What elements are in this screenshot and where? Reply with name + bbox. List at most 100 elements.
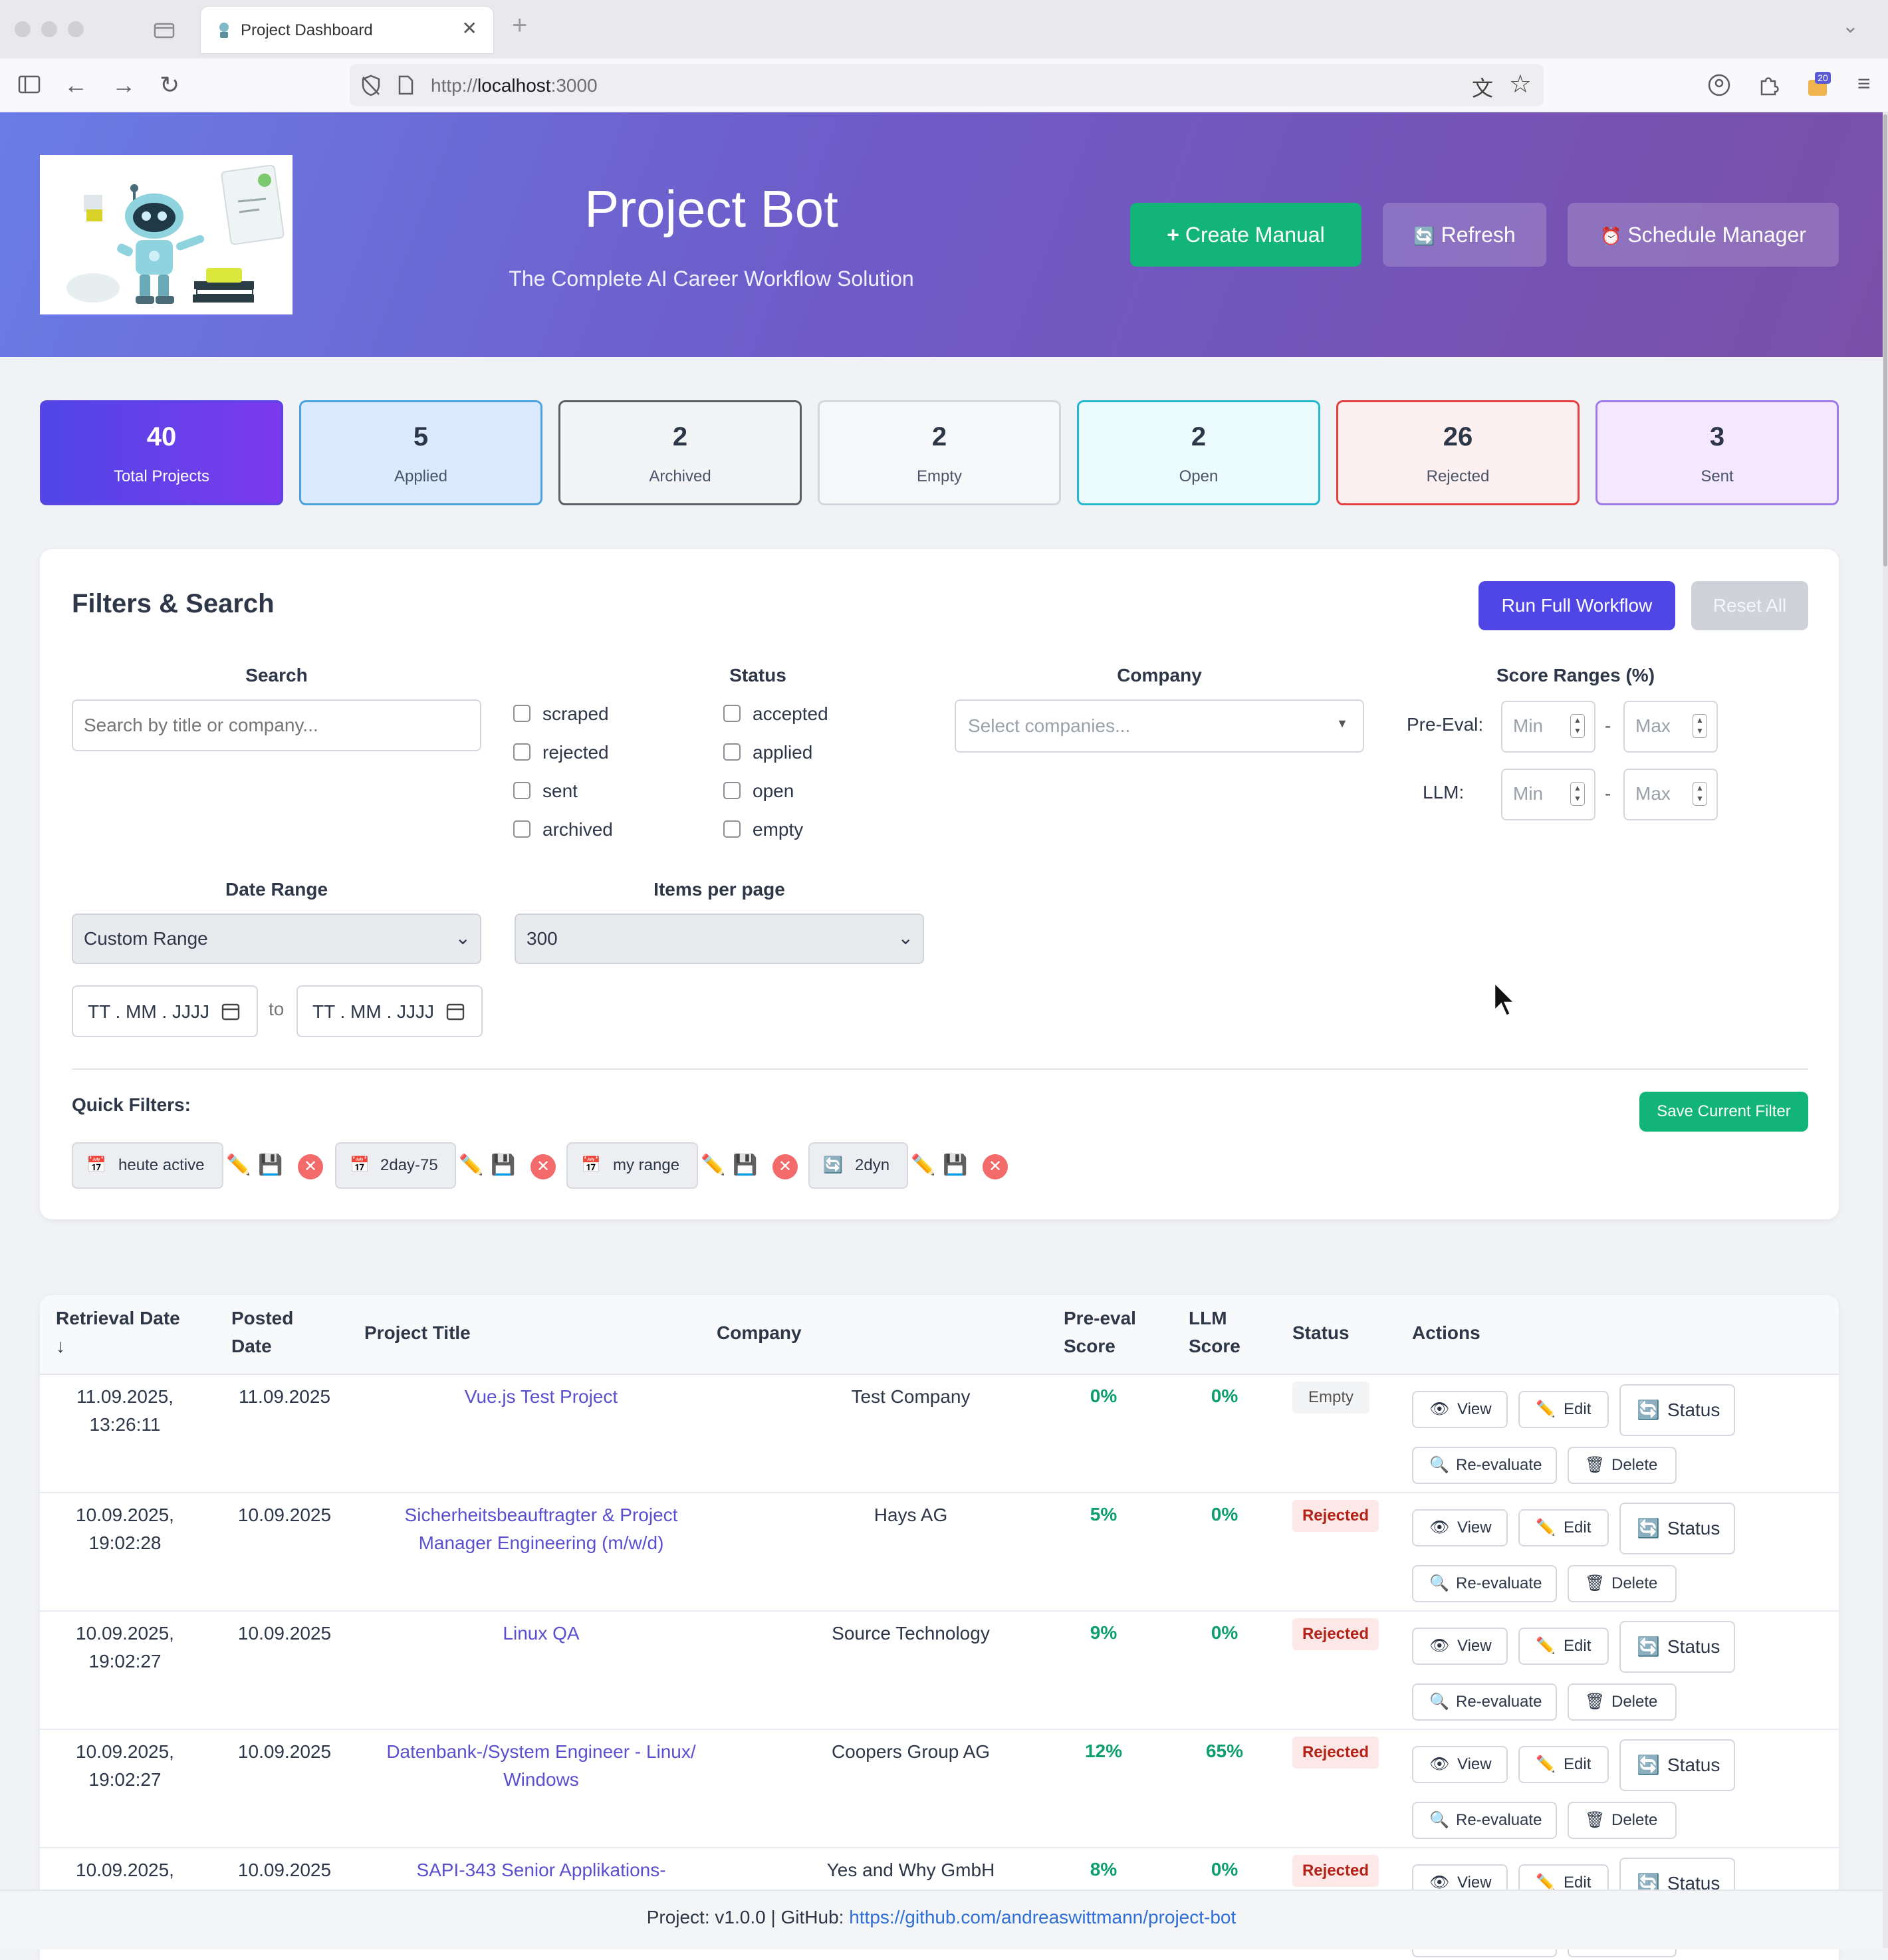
date-range-select[interactable]: Custom Range ⌄ xyxy=(72,914,481,964)
reset-all-button[interactable]: Reset All xyxy=(1691,581,1808,630)
window-zoom-dot[interactable] xyxy=(68,21,84,37)
stat-card-sent[interactable]: 3 Sent xyxy=(1595,400,1839,505)
page-scrollbar-thumb[interactable] xyxy=(1883,114,1887,566)
refresh-button[interactable]: 🔄 Refresh xyxy=(1383,203,1546,267)
quick-filter-my-range[interactable]: 📅 my range xyxy=(566,1142,698,1189)
re-evaluate-button[interactable]: 🔍 Re-evaluate xyxy=(1412,1565,1557,1602)
url-bar[interactable]: http://localhost:3000 文 ☆ xyxy=(350,64,1544,106)
new-tab-icon[interactable]: + xyxy=(512,11,527,41)
edit-button[interactable]: ✏️ Edit xyxy=(1518,1509,1609,1546)
extension-icon[interactable]: 20 xyxy=(1807,72,1831,97)
stat-card-open[interactable]: 2 Open xyxy=(1077,400,1320,505)
quick-filter-heute-active[interactable]: 📅 heute active xyxy=(72,1142,223,1189)
quick-filter-2day-75[interactable]: 📅 2day-75 xyxy=(335,1142,456,1189)
view-button[interactable]: 👁 View xyxy=(1412,1391,1508,1428)
page-info-icon[interactable] xyxy=(396,74,415,96)
edit-button[interactable]: ✏️ Edit xyxy=(1518,1628,1609,1665)
pencil-edit-icon[interactable]: ✏️ xyxy=(701,1154,725,1177)
pencil-edit-icon[interactable]: ✏️ xyxy=(226,1154,251,1177)
calendar-icon[interactable] xyxy=(221,1001,241,1021)
status-button[interactable]: 🔄 Status xyxy=(1619,1503,1735,1554)
delete-button[interactable]: 🗑 Delete xyxy=(1568,1447,1677,1484)
pre-eval-min-input[interactable]: Min ▲ ▼ xyxy=(1501,701,1595,753)
tracking-protection-icon[interactable] xyxy=(359,73,383,97)
pre-eval-max-input[interactable]: Max ▲ ▼ xyxy=(1623,701,1718,753)
status-checkbox-accepted[interactable] xyxy=(723,705,741,722)
floppy-save-icon[interactable]: 💾 xyxy=(491,1154,515,1177)
account-icon[interactable] xyxy=(1706,72,1732,98)
stat-card-rejected[interactable]: 26 Rejected xyxy=(1336,400,1580,505)
project-title-link[interactable]: SAPI-343 Senior Applikations- xyxy=(351,1856,731,1884)
spinner-icon[interactable]: ▲ ▼ xyxy=(1570,714,1585,738)
view-button[interactable]: 👁 View xyxy=(1412,1628,1508,1665)
date-from-input[interactable]: TT . MM . JJJJ xyxy=(72,985,258,1037)
spinner-icon[interactable]: ▲ ▼ xyxy=(1693,782,1707,806)
extensions-puzzle-icon[interactable] xyxy=(1756,72,1782,98)
status-checkbox-rejected[interactable] xyxy=(513,743,531,761)
status-button[interactable]: 🔄 Status xyxy=(1619,1739,1735,1791)
status-checkbox-empty[interactable] xyxy=(723,820,741,838)
calendar-icon[interactable] xyxy=(445,1001,465,1021)
spinner-icon[interactable]: ▲ ▼ xyxy=(1570,782,1585,806)
reload-icon[interactable]: ↻ xyxy=(160,70,179,100)
pencil-edit-icon[interactable]: ✏️ xyxy=(911,1154,935,1177)
column-company[interactable]: Company xyxy=(717,1319,802,1347)
status-checkbox-applied[interactable] xyxy=(723,743,741,761)
save-current-filter-button[interactable]: Save Current Filter xyxy=(1639,1092,1808,1132)
date-to-input[interactable]: TT . MM . JJJJ xyxy=(296,985,483,1037)
project-title-link[interactable]: Vue.js Test Project xyxy=(351,1383,731,1411)
status-checkbox-scraped[interactable] xyxy=(513,705,531,722)
window-close-dot[interactable] xyxy=(15,21,31,37)
app-menu-icon[interactable]: ≡ xyxy=(1857,69,1871,98)
items-per-page-select[interactable]: 300 ⌄ xyxy=(515,914,924,964)
translate-icon[interactable]: 文 xyxy=(1472,72,1493,102)
re-evaluate-button[interactable]: 🔍 Re-evaluate xyxy=(1412,1683,1557,1721)
floppy-save-icon[interactable]: 💾 xyxy=(258,1154,283,1177)
quick-filter-2dyn[interactable]: 🔄 2dyn xyxy=(808,1142,908,1189)
edit-button[interactable]: ✏️ Edit xyxy=(1518,1391,1609,1428)
floppy-save-icon[interactable]: 💾 xyxy=(733,1154,757,1177)
delete-x-icon[interactable]: ✕ xyxy=(983,1154,1008,1179)
project-title-link[interactable]: Linux QA xyxy=(351,1620,731,1648)
status-checkbox-open[interactable] xyxy=(723,782,741,799)
project-title-link[interactable]: Datenbank-/System Engineer - Linux/Windo… xyxy=(351,1738,731,1794)
delete-x-icon[interactable]: ✕ xyxy=(531,1154,556,1179)
create-manual-button[interactable]: + Create Manual xyxy=(1130,203,1361,267)
edit-button[interactable]: ✏️ Edit xyxy=(1518,1746,1609,1783)
status-button[interactable]: 🔄 Status xyxy=(1619,1621,1735,1673)
tab-close-icon[interactable]: ✕ xyxy=(462,17,477,39)
tab-list-chevron-icon[interactable]: ⌄ xyxy=(1842,15,1859,38)
delete-button[interactable]: 🗑 Delete xyxy=(1568,1683,1677,1721)
search-input[interactable] xyxy=(72,699,481,751)
spinner-icon[interactable]: ▲ ▼ xyxy=(1693,714,1707,738)
delete-button[interactable]: 🗑 Delete xyxy=(1568,1565,1677,1602)
column-status[interactable]: Status xyxy=(1292,1319,1350,1347)
delete-x-icon[interactable]: ✕ xyxy=(772,1154,798,1179)
view-button[interactable]: 👁 View xyxy=(1412,1746,1508,1783)
sidebar-toggle-icon[interactable] xyxy=(17,73,41,96)
tab-project-dashboard[interactable]: Project Dashboard ✕ xyxy=(201,7,493,53)
forward-arrow-icon[interactable]: → xyxy=(112,70,136,100)
run-full-workflow-button[interactable]: Run Full Workflow xyxy=(1478,581,1675,630)
delete-button[interactable]: 🗑 Delete xyxy=(1568,1802,1677,1839)
llm-max-input[interactable]: Max ▲ ▼ xyxy=(1623,769,1718,820)
url-text[interactable]: http://localhost:3000 xyxy=(431,75,598,96)
column-posted-date[interactable]: Posted Date xyxy=(231,1304,293,1360)
project-title-link[interactable]: Sicherheitsbeauftragter & Project Manager… xyxy=(351,1501,731,1557)
github-link[interactable]: https://github.com/andreaswittmann/proje… xyxy=(849,1907,1236,1927)
column-pre-eval-score[interactable]: Pre-eval Score xyxy=(1064,1304,1136,1360)
stat-card-applied[interactable]: 5 Applied xyxy=(299,400,542,505)
column-llm-score[interactable]: LLM Score xyxy=(1189,1304,1240,1360)
bookmark-star-icon[interactable]: ☆ xyxy=(1509,69,1532,99)
schedule-manager-button[interactable]: ⏰ Schedule Manager xyxy=(1568,203,1839,267)
llm-min-input[interactable]: Min ▲ ▼ xyxy=(1501,769,1595,820)
sort-down-arrow-icon[interactable]: ↓ xyxy=(56,1336,65,1356)
pencil-edit-icon[interactable]: ✏️ xyxy=(459,1154,483,1177)
status-checkbox-sent[interactable] xyxy=(513,782,531,799)
status-button[interactable]: 🔄 Status xyxy=(1619,1384,1735,1436)
view-button[interactable]: 👁 View xyxy=(1412,1509,1508,1546)
column-retrieval-date[interactable]: Retrieval Date ↓ xyxy=(56,1304,180,1360)
tab-overview-icon[interactable] xyxy=(153,19,176,40)
back-arrow-icon[interactable]: ← xyxy=(64,70,88,100)
stat-card-total[interactable]: 40 Total Projects xyxy=(40,400,283,505)
